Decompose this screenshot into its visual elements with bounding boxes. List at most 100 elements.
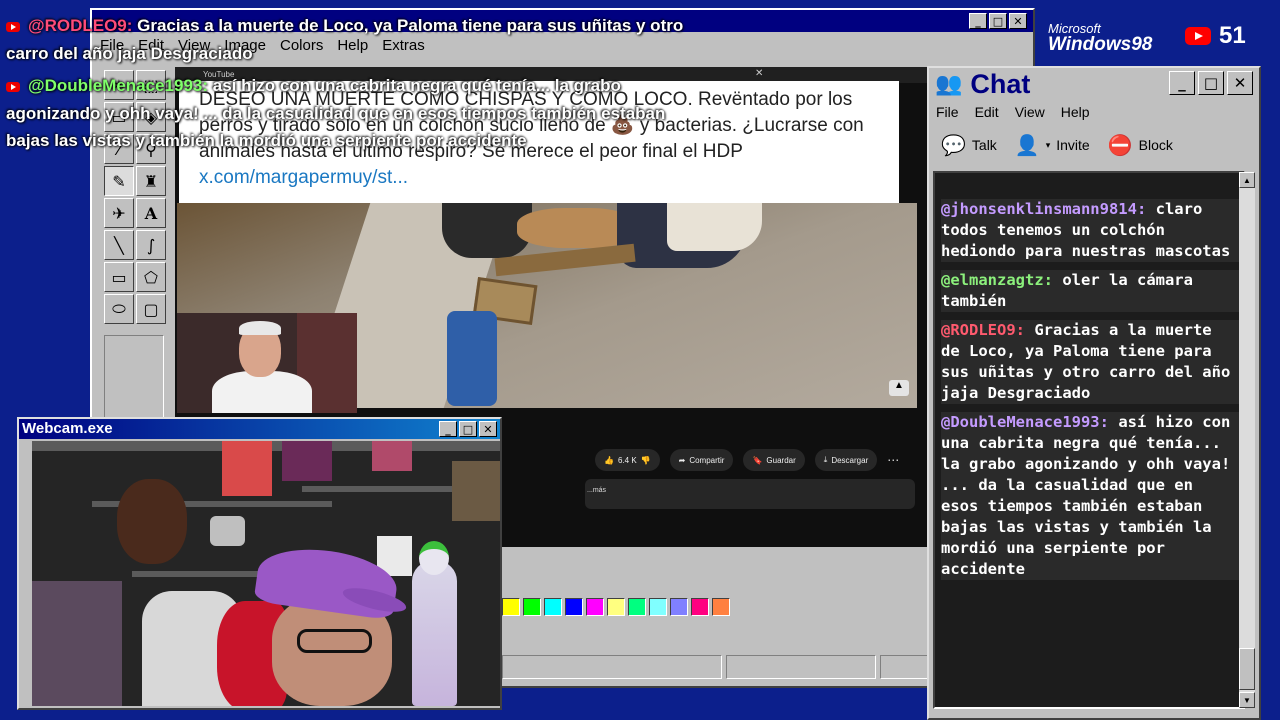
chat-username[interactable]: @elmanzagtz:	[941, 271, 1062, 289]
chat-message: @RODLEO9: Gracias a la muerte de Loco, y…	[941, 320, 1243, 404]
streamer-webcam	[177, 313, 357, 413]
menu-view[interactable]: View	[1015, 104, 1045, 120]
talk-icon: 💬	[941, 134, 966, 157]
save-button[interactable]: 🔖 Guardar	[743, 449, 805, 471]
chat-scrollbar[interactable]: ▲ ▼	[1239, 172, 1255, 708]
video-description[interactable]: ...más	[585, 479, 915, 509]
share-button[interactable]: ➦ Compartir	[669, 449, 734, 471]
menu-help[interactable]: Help	[1061, 104, 1090, 120]
viewer-number: 51	[1219, 22, 1246, 49]
status-cell	[726, 655, 876, 679]
like-count: 6.4 K	[617, 455, 637, 465]
text-icon[interactable]: A	[136, 198, 166, 228]
color-swatch[interactable]	[544, 598, 562, 616]
block-label: Block	[1138, 137, 1173, 153]
download-button[interactable]: ⤓ Descargar	[814, 449, 878, 471]
chat-text: agonizando y ohh vaya! ... da la casuali…	[6, 104, 666, 123]
youtube-icon	[6, 81, 20, 92]
block-button[interactable]: ⛔ Block	[1108, 133, 1173, 158]
color-swatch[interactable]	[607, 598, 625, 616]
tweet-link[interactable]: x.com/margapermuy/st...	[199, 167, 408, 188]
airbrush-icon[interactable]: ✈	[104, 198, 134, 228]
color-swatch[interactable]	[691, 598, 709, 616]
thumbs-down-icon[interactable]: 👎	[641, 456, 651, 465]
overlay-chat-line: @RODLEO9: Gracias a la muerte de Loco, y…	[6, 16, 683, 36]
thumbs-up-icon: 👍	[604, 455, 614, 465]
minimize-button[interactable]: _	[439, 421, 457, 437]
chevron-down-icon: ▾	[1045, 139, 1051, 150]
block-icon: ⛔	[1107, 134, 1133, 157]
webcam-window: Webcam.exe _ □ ✕	[17, 417, 502, 710]
talk-button[interactable]: 💬 Talk	[941, 133, 997, 158]
save-label: Guardar	[766, 455, 796, 465]
show-more-link[interactable]: ...más	[587, 487, 606, 494]
chat-username[interactable]: @jhonsenklinsmann9814:	[941, 200, 1156, 218]
close-button[interactable]: ✕	[1227, 71, 1253, 95]
channel-watermark-icon[interactable]: ▲	[889, 380, 909, 396]
webcam-titlebar[interactable]: Webcam.exe _ □ ✕	[19, 419, 500, 439]
chat-text: bajas las vistas y también la mordió una…	[6, 131, 527, 150]
color-swatch[interactable]	[712, 598, 730, 616]
maximize-button[interactable]: □	[989, 13, 1007, 29]
invite-button[interactable]: 👤 ▾ Invite	[1015, 133, 1090, 158]
scroll-up-icon[interactable]: ▲	[1239, 172, 1255, 188]
color-swatch[interactable]	[649, 598, 667, 616]
webcam-title: Webcam.exe	[22, 420, 113, 437]
webcam-feed	[32, 441, 500, 706]
close-button[interactable]: ✕	[479, 421, 497, 437]
download-label: Descargar	[831, 455, 869, 465]
tool-options[interactable]	[104, 335, 164, 425]
status-cell	[502, 655, 722, 679]
chat-people-icon: 👥	[935, 71, 963, 96]
invite-icon: 👤	[1014, 134, 1040, 157]
rounded-rect-icon[interactable]: ▢	[136, 294, 166, 324]
overlay-chat-line: carro del año jaja Desgraciado	[6, 44, 253, 64]
scroll-down-icon[interactable]: ▼	[1239, 692, 1255, 708]
talk-label: Talk	[971, 137, 997, 153]
brush-icon[interactable]: ♜	[136, 166, 166, 196]
youtube-icon	[1185, 27, 1211, 45]
chat-log[interactable]: @jhonsenklinsmann9814: claro todos tenem…	[933, 171, 1245, 709]
chat-username: @DoubleMenace1993:	[28, 76, 213, 95]
close-tab-icon[interactable]: ✕	[755, 68, 763, 79]
chat-text: carro del año jaja Desgraciado	[6, 44, 253, 63]
chat-text: así hizo con una cabrita negra qué tenía…	[941, 413, 1231, 578]
chat-message: @DoubleMenace1993: así hizo con una cabr…	[941, 412, 1243, 580]
minimize-button[interactable]: _	[969, 13, 987, 29]
menu-file[interactable]: File	[936, 104, 959, 120]
color-swatch[interactable]	[586, 598, 604, 616]
color-swatch[interactable]	[502, 598, 520, 616]
more-options-icon[interactable]: ⋯	[887, 453, 899, 467]
video-actions: 👍 6.4 K 👎 ➦ Compartir 🔖 Guardar ⤓ Descar…	[595, 449, 899, 471]
color-swatch[interactable]	[523, 598, 541, 616]
close-button[interactable]: ✕	[1009, 13, 1027, 29]
overlay-chat-line: @DoubleMenace1993: así hizo con una cabr…	[6, 76, 621, 96]
chat-message: @elmanzagtz: oler la cámara también	[941, 270, 1243, 312]
invite-label: Invite	[1056, 137, 1090, 153]
polygon-icon[interactable]: ⬠	[136, 262, 166, 292]
chat-username[interactable]: @RODLEO9:	[941, 321, 1034, 339]
download-icon: ⤓	[823, 455, 828, 464]
chat-username: @RODLEO9:	[28, 16, 138, 35]
chat-titlebar[interactable]: 👥 Chat _ □ ✕	[929, 68, 1259, 100]
like-button[interactable]: 👍 6.4 K 👎	[595, 449, 660, 471]
chat-text: así hizo con una cabrita negra qué tenía…	[212, 76, 621, 95]
curve-icon[interactable]: ∫	[136, 230, 166, 260]
windows98-text: Windows98	[1048, 34, 1153, 55]
chat-text: Gracias a la muerte de Loco, ya Paloma t…	[137, 16, 684, 35]
minimize-button[interactable]: _	[1169, 71, 1195, 95]
ellipse-icon[interactable]: ⬭	[104, 294, 134, 324]
color-swatch[interactable]	[628, 598, 646, 616]
color-swatch[interactable]	[670, 598, 688, 616]
maximize-button[interactable]: □	[459, 421, 477, 437]
share-icon: ➦	[678, 455, 686, 465]
maximize-button[interactable]: □	[1198, 71, 1224, 95]
scroll-thumb[interactable]	[1239, 648, 1255, 690]
menu-edit[interactable]: Edit	[975, 104, 999, 120]
rectangle-icon[interactable]: ▭	[104, 262, 134, 292]
color-swatch[interactable]	[565, 598, 583, 616]
pencil-icon[interactable]: ✎	[104, 166, 134, 196]
chat-username[interactable]: @DoubleMenace1993:	[941, 413, 1118, 431]
overlay-chat-line: bajas las vistas y también la mordió una…	[6, 131, 527, 151]
line-icon[interactable]: ╲	[104, 230, 134, 260]
